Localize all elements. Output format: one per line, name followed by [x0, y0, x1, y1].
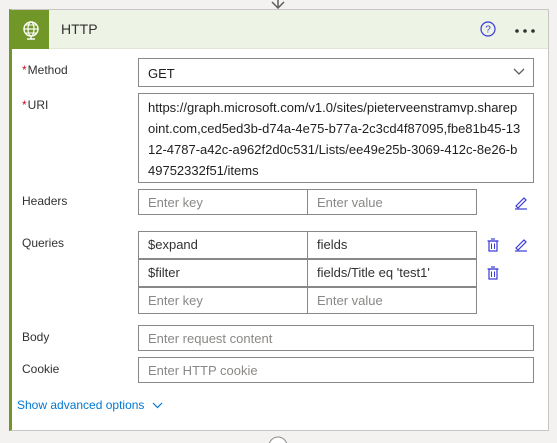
help-icon[interactable]: ?: [480, 21, 496, 37]
method-dropdown[interactable]: GET: [138, 58, 534, 87]
header-value-input[interactable]: Enter value: [307, 189, 477, 215]
body-label: Body: [22, 330, 50, 344]
action-title: HTTP: [61, 21, 98, 37]
header-key-placeholder: Enter key: [148, 195, 203, 210]
query-key-input[interactable]: Enter key: [138, 287, 308, 314]
query-key-input[interactable]: $expand: [138, 231, 308, 259]
advanced-options-label: Show advanced options: [17, 398, 145, 412]
body-input[interactable]: Enter request content: [138, 325, 534, 351]
show-advanced-options-link[interactable]: Show advanced options: [17, 398, 163, 412]
query-value-input[interactable]: Enter value: [307, 287, 477, 314]
query-value-value: fields: [317, 237, 348, 252]
method-value: GET: [148, 66, 175, 81]
switch-to-text-mode-icon[interactable]: [513, 195, 529, 211]
switch-to-text-mode-icon[interactable]: [513, 237, 529, 253]
chevron-down-icon: [513, 68, 525, 75]
svg-text:?: ?: [485, 25, 491, 36]
uri-label: *URI: [22, 98, 48, 112]
query-value-value: fields/Title eq 'test1': [317, 265, 430, 280]
query-key-value: $filter: [148, 265, 180, 280]
header-value-placeholder: Enter value: [317, 195, 383, 210]
query-key-placeholder: Enter key: [148, 293, 203, 308]
card-header[interactable]: HTTP ?: [12, 10, 548, 49]
required-mark: *: [22, 63, 27, 77]
uri-value: https://graph.microsoft.com/v1.0/sites/p…: [148, 100, 521, 178]
query-value-placeholder: Enter value: [317, 293, 383, 308]
query-key-value: $expand: [148, 237, 198, 252]
query-value-input[interactable]: fields: [307, 231, 477, 259]
globe-icon: [22, 20, 39, 40]
header-key-input[interactable]: Enter key: [138, 189, 308, 215]
query-value-input[interactable]: fields/Title eq 'test1': [307, 259, 477, 287]
method-label: *Method: [22, 63, 68, 77]
http-action-icon: [12, 10, 49, 49]
flow-connector-add[interactable]: [268, 436, 288, 443]
http-action-card: HTTP ? *Method GET *URI https://graph.mi…: [9, 9, 549, 431]
cookie-label: Cookie: [22, 362, 60, 376]
required-mark: *: [22, 98, 27, 112]
method-label-text: Method: [27, 63, 68, 77]
uri-input[interactable]: https://graph.microsoft.com/v1.0/sites/p…: [138, 93, 534, 183]
chevron-down-icon: [153, 402, 163, 408]
queries-label: Queries: [22, 236, 65, 250]
flow-connector-arrow: [271, 0, 285, 9]
cookie-input[interactable]: Enter HTTP cookie: [138, 357, 534, 383]
delete-trash-icon[interactable]: [485, 265, 501, 281]
delete-trash-icon[interactable]: [485, 237, 501, 253]
headers-label: Headers: [22, 194, 68, 208]
cookie-placeholder: Enter HTTP cookie: [148, 363, 258, 378]
query-key-input[interactable]: $filter: [138, 259, 308, 287]
body-placeholder: Enter request content: [148, 331, 273, 346]
uri-label-text: URI: [27, 98, 49, 112]
more-options-icon[interactable]: [514, 28, 536, 34]
